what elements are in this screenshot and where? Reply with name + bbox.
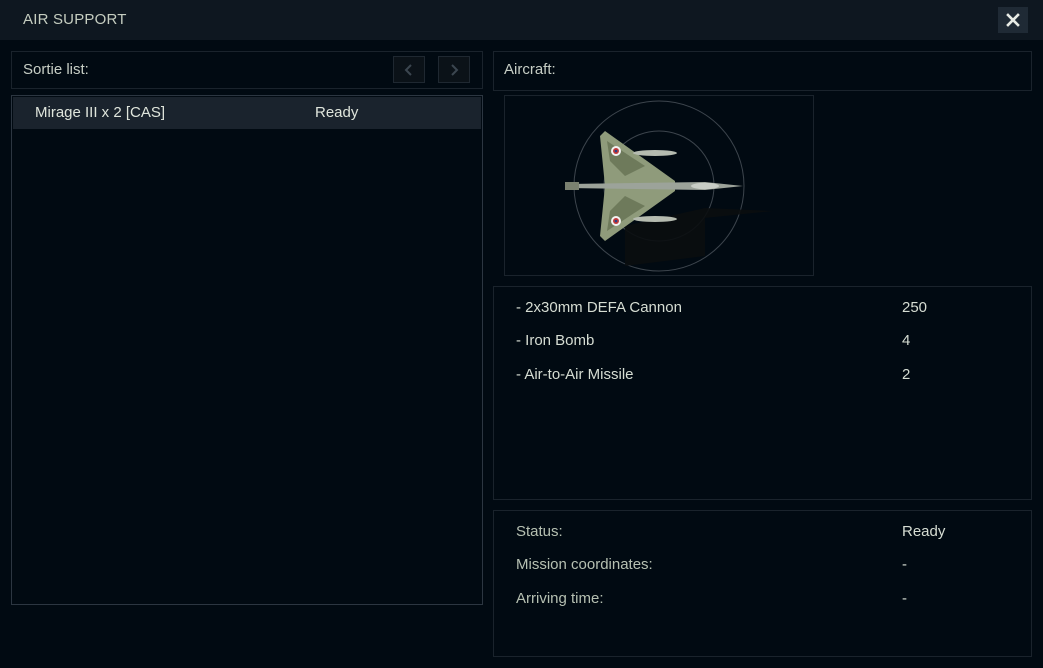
sortie-list-label: Sortie list: bbox=[23, 61, 89, 78]
weapon-count: 250 bbox=[902, 299, 928, 316]
status-label: Status: bbox=[516, 523, 563, 540]
mission-coordinates-value: - bbox=[902, 556, 907, 573]
close-button[interactable] bbox=[998, 7, 1028, 33]
weapon-name: - Iron Bomb bbox=[516, 332, 595, 349]
chevron-right-icon bbox=[451, 63, 459, 76]
aircraft-image bbox=[565, 100, 773, 272]
prev-sortie-button[interactable] bbox=[393, 56, 425, 83]
status-panel bbox=[493, 510, 1032, 657]
close-icon bbox=[1006, 13, 1020, 27]
window-title: AIR SUPPORT bbox=[23, 11, 127, 28]
aircraft-preview bbox=[504, 95, 814, 276]
aircraft-header-panel bbox=[493, 51, 1032, 91]
air-support-window: AIR SUPPORT Sortie list: Mirage III x 2 … bbox=[0, 0, 1043, 668]
weapon-name: - 2x30mm DEFA Cannon bbox=[516, 299, 682, 316]
arriving-time-label: Arriving time: bbox=[516, 590, 604, 607]
sortie-list[interactable]: Mirage III x 2 [CAS] Ready bbox=[11, 95, 483, 605]
weapons-panel bbox=[493, 286, 1032, 500]
weapon-name: - Air-to-Air Missile bbox=[516, 366, 634, 383]
aircraft-label: Aircraft: bbox=[504, 61, 556, 78]
title-bar: AIR SUPPORT bbox=[0, 0, 1043, 40]
arriving-time-value: - bbox=[902, 590, 907, 607]
sortie-name: Mirage III x 2 [CAS] bbox=[35, 104, 166, 121]
next-sortie-button[interactable] bbox=[438, 56, 470, 83]
chevron-left-icon bbox=[404, 63, 412, 76]
sortie-list-item[interactable]: Mirage III x 2 [CAS] Ready bbox=[13, 97, 481, 129]
weapon-count: 4 bbox=[902, 332, 911, 349]
status-value: Ready bbox=[902, 523, 946, 540]
sortie-status: Ready bbox=[315, 104, 359, 121]
weapon-count: 2 bbox=[902, 366, 911, 383]
mission-coordinates-label: Mission coordinates: bbox=[516, 556, 653, 573]
